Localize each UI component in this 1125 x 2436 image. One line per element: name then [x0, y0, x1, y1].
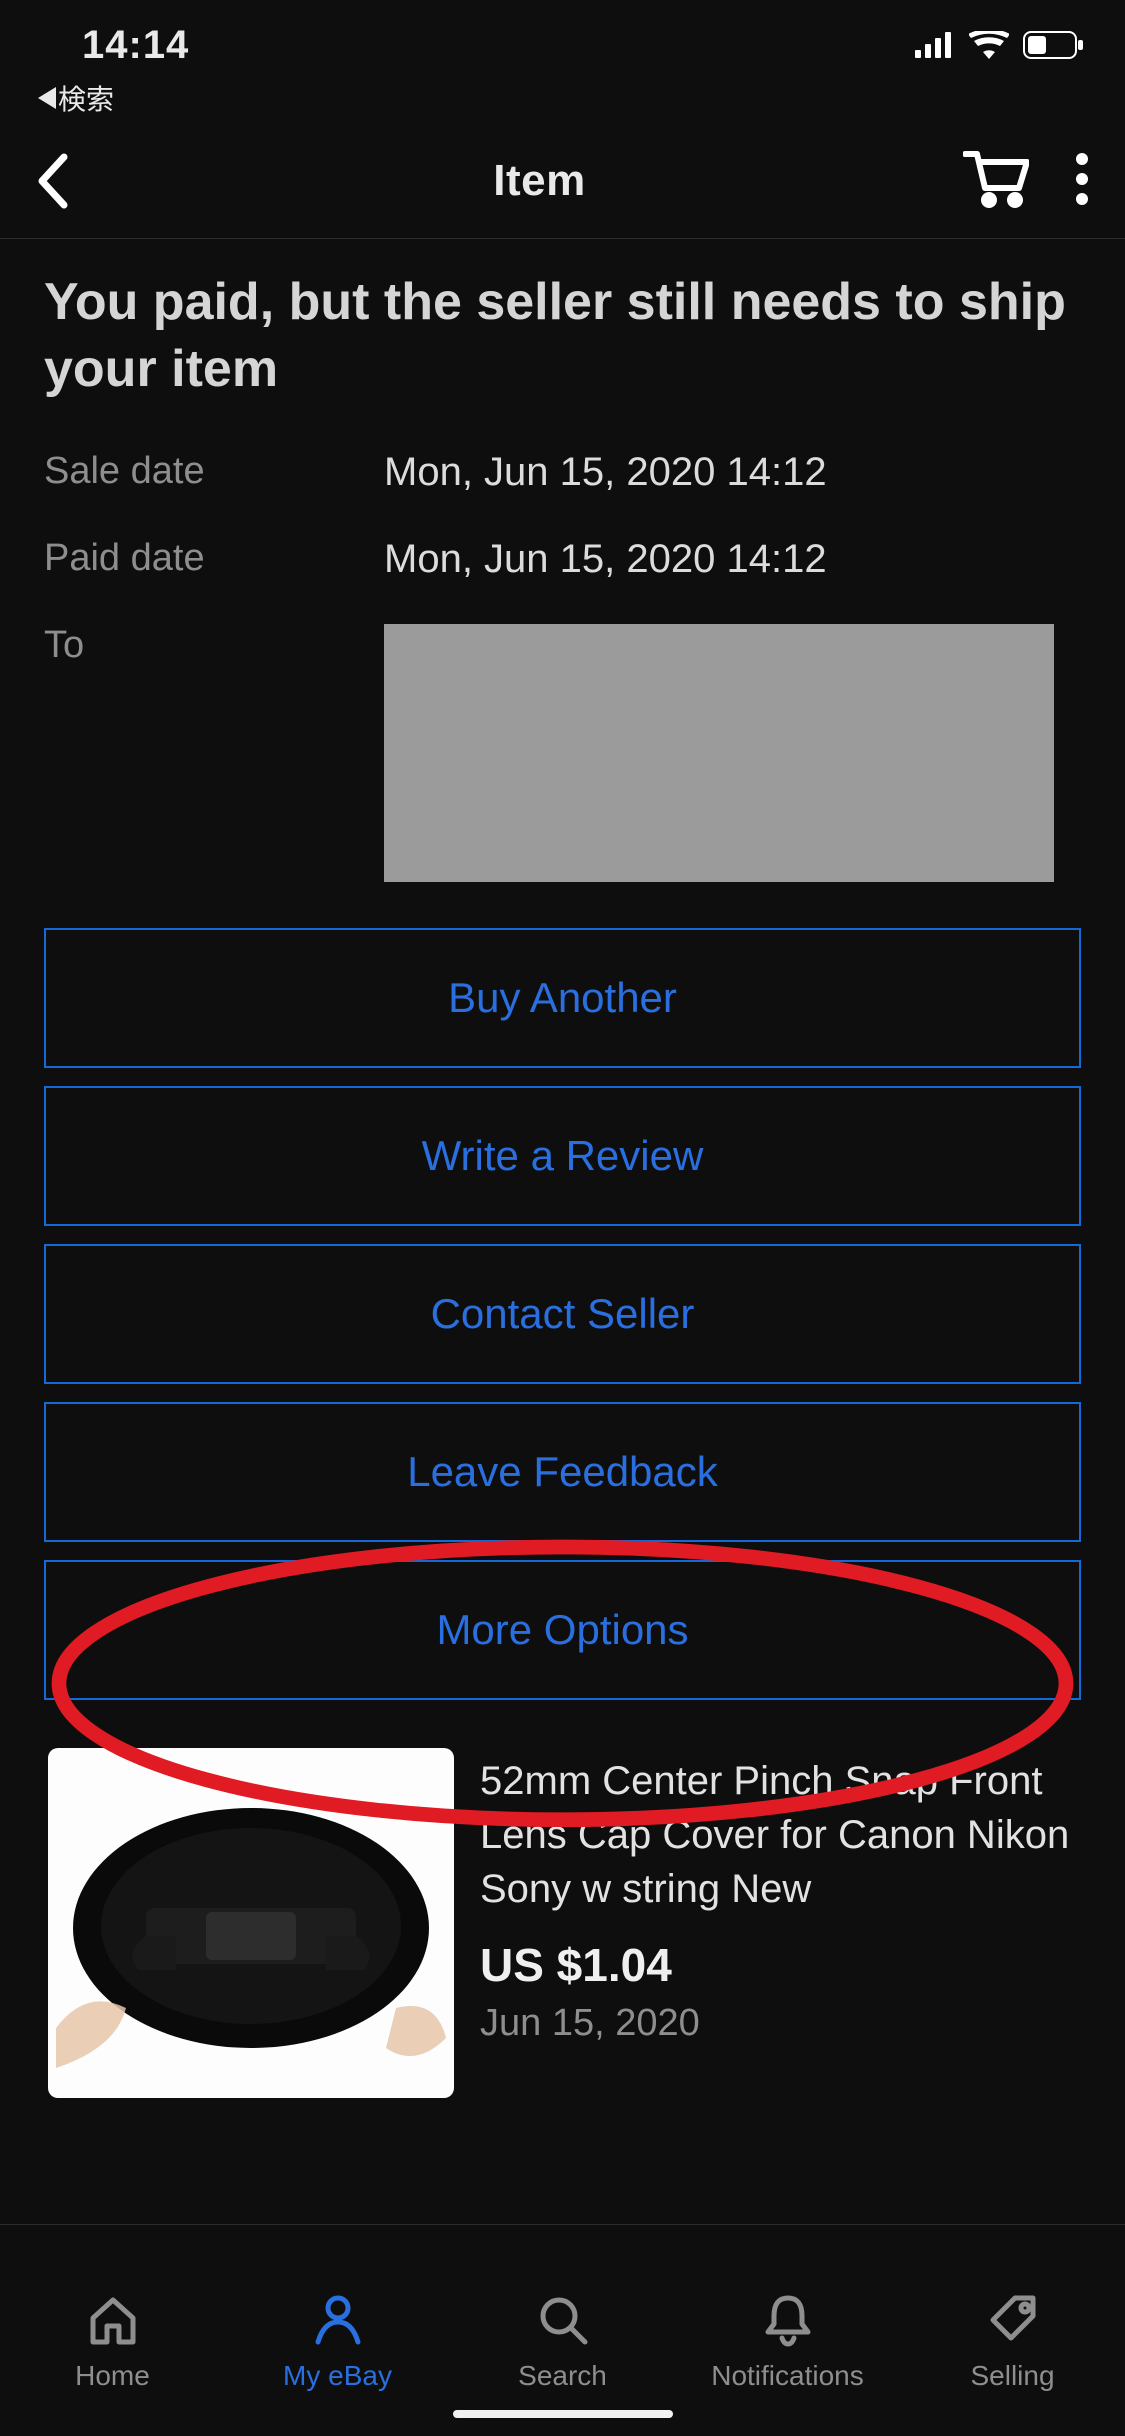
- status-indicators: [915, 31, 1085, 59]
- status-bar: 14:14: [0, 0, 1125, 78]
- cell-signal-icon: [915, 32, 955, 58]
- item-price: US $1.04: [480, 1938, 1081, 1992]
- sale-date-row: Sale date Mon, Jun 15, 2020 14:12: [44, 450, 1081, 495]
- person-icon: [310, 2292, 366, 2348]
- status-time: 14:14: [82, 23, 189, 68]
- cart-icon: [963, 150, 1029, 208]
- sale-date-label: Sale date: [44, 450, 384, 495]
- write-review-button[interactable]: Write a Review: [44, 1086, 1081, 1226]
- tab-notifications[interactable]: Notifications: [675, 2225, 900, 2392]
- chevron-left-icon: [36, 153, 70, 209]
- back-button[interactable]: [36, 153, 116, 209]
- action-button-group: Buy Another Write a Review Contact Selle…: [44, 928, 1081, 1700]
- address-redacted: [384, 624, 1054, 882]
- cart-button[interactable]: [963, 150, 1029, 213]
- contact-seller-button[interactable]: Contact Seller: [44, 1244, 1081, 1384]
- page-title: Item: [116, 156, 963, 206]
- more-menu-button[interactable]: [1075, 152, 1089, 211]
- content-area: You paid, but the seller still needs to …: [0, 239, 1125, 2224]
- tag-icon: [985, 2292, 1041, 2348]
- tab-selling[interactable]: Selling: [900, 2225, 1125, 2392]
- item-summary[interactable]: 52mm Center Pinch Snap Front Lens Cap Co…: [44, 1714, 1081, 2098]
- tab-search-label: Search: [518, 2360, 607, 2392]
- wifi-icon: [969, 31, 1009, 59]
- vertical-dots-icon: [1075, 152, 1089, 206]
- home-icon: [85, 2292, 141, 2348]
- item-date: Jun 15, 2020: [480, 2002, 1081, 2045]
- return-to-app-label: 検索: [58, 78, 114, 118]
- status-headline: You paid, but the seller still needs to …: [44, 269, 1081, 402]
- tab-myebay[interactable]: My eBay: [225, 2225, 450, 2392]
- home-indicator[interactable]: [453, 2410, 673, 2418]
- lens-cap-illustration: [56, 1768, 446, 2078]
- buy-another-button[interactable]: Buy Another: [44, 928, 1081, 1068]
- tab-myebay-label: My eBay: [283, 2360, 392, 2392]
- battery-icon: [1023, 31, 1085, 59]
- return-to-app-button[interactable]: 検索: [0, 78, 1125, 124]
- item-thumbnail: [48, 1748, 454, 2098]
- paid-date-label: Paid date: [44, 537, 384, 582]
- sale-date-value: Mon, Jun 15, 2020 14:12: [384, 450, 1081, 495]
- tab-search[interactable]: Search: [450, 2225, 675, 2392]
- bell-icon: [760, 2292, 816, 2348]
- tab-selling-label: Selling: [970, 2360, 1054, 2392]
- paid-date-row: Paid date Mon, Jun 15, 2020 14:12: [44, 537, 1081, 582]
- more-options-button[interactable]: More Options: [44, 1560, 1081, 1700]
- item-title: 52mm Center Pinch Snap Front Lens Cap Co…: [480, 1754, 1081, 1916]
- tab-bar: Home My eBay Search Notifications Sellin…: [0, 2224, 1125, 2436]
- tab-home-label: Home: [75, 2360, 150, 2392]
- search-icon: [535, 2292, 591, 2348]
- tab-notifications-label: Notifications: [711, 2360, 864, 2392]
- leave-feedback-button[interactable]: Leave Feedback: [44, 1402, 1081, 1542]
- ship-to-label: To: [44, 624, 384, 882]
- ship-to-row: To: [44, 624, 1081, 882]
- back-triangle-icon: [38, 87, 56, 109]
- paid-date-value: Mon, Jun 15, 2020 14:12: [384, 537, 1081, 582]
- tab-home[interactable]: Home: [0, 2225, 225, 2392]
- nav-header: Item: [0, 124, 1125, 239]
